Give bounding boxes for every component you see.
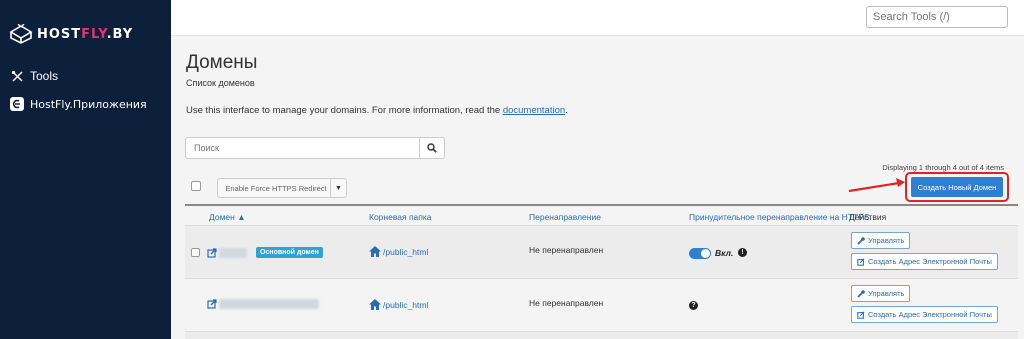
create-email-button[interactable]: Создать Адрес Электронной Почты xyxy=(851,253,998,270)
brand-logo[interactable]: HOSTFLY.BY xyxy=(9,24,133,44)
root-folder-link[interactable]: /public_html xyxy=(369,246,428,257)
main-content: Домены Список доменов Use this interface… xyxy=(171,36,1024,339)
home-icon xyxy=(369,299,381,310)
external-link-icon xyxy=(857,310,865,319)
force-https-toggle[interactable] xyxy=(689,248,711,259)
toggle-state-label: Вкл. xyxy=(715,248,734,258)
manage-button[interactable]: Управлять xyxy=(851,232,911,249)
column-domain[interactable]: Домен ▲ xyxy=(209,212,246,222)
column-redirect[interactable]: Перенаправление xyxy=(529,212,601,222)
external-link-icon[interactable] xyxy=(207,248,217,258)
table-row: Основной домен /public_html Не перенапра… xyxy=(185,226,1018,279)
app-icon xyxy=(10,97,24,111)
info-icon[interactable]: ! xyxy=(738,248,747,257)
redirect-status: Не перенаправлен xyxy=(529,245,604,255)
help-icon[interactable]: ? xyxy=(689,301,698,310)
create-email-button[interactable]: Создать Адрес Электронной Почты xyxy=(851,306,998,323)
select-all-checkbox[interactable] xyxy=(191,181,201,191)
sidebar-item-apps[interactable]: HostFly.Приложения xyxy=(10,97,147,111)
force-https-label: Enable Force HTTPS Redirect xyxy=(225,183,327,193)
primary-domain-badge: Основной домен xyxy=(256,247,323,258)
caret-down-icon[interactable]: ▼ xyxy=(330,179,346,197)
redacted-domain xyxy=(219,248,247,258)
documentation-link[interactable]: documentation xyxy=(503,105,565,116)
logo-icon xyxy=(9,24,33,44)
table-row: /public_html Не перенаправлен ? Управлят… xyxy=(185,279,1018,332)
redacted-domain xyxy=(219,299,319,309)
create-domain-button[interactable]: Создать Новый Домен xyxy=(911,177,1003,197)
column-force-https[interactable]: Принудительное перенаправление на HTTPS xyxy=(689,212,870,222)
wrench-icon xyxy=(857,289,865,298)
sidebar-item-label: HostFly.Приложения xyxy=(30,97,147,111)
info-text: Use this interface to manage your domain… xyxy=(186,105,568,116)
home-icon xyxy=(369,246,381,257)
sidebar-item-tools[interactable]: Tools xyxy=(10,69,58,83)
domain-search-input[interactable] xyxy=(185,137,420,159)
sort-up-icon: ▲ xyxy=(237,212,246,222)
tools-icon xyxy=(10,69,24,83)
search-tools-input[interactable] xyxy=(866,6,1008,28)
wrench-icon xyxy=(857,236,865,245)
logo-text: HOSTFLY.BY xyxy=(37,26,134,42)
search-button[interactable] xyxy=(419,137,445,159)
root-folder-link[interactable]: /public_html xyxy=(369,299,428,310)
external-link-icon xyxy=(857,257,865,266)
column-root[interactable]: Корневая папка xyxy=(369,212,432,222)
sidebar: HOSTFLY.BY Tools HostFly.Приложения xyxy=(0,0,171,339)
page-subtitle: Список доменов xyxy=(186,78,255,88)
items-count: Displaying 1 through 4 out of 4 items xyxy=(882,163,1004,172)
sidebar-item-label: Tools xyxy=(30,69,59,83)
red-arrow-annotation xyxy=(848,178,905,193)
manage-button[interactable]: Управлять xyxy=(851,285,911,302)
external-link-icon[interactable] xyxy=(207,299,217,309)
table-header: Домен ▲ Корневая папка Перенаправление П… xyxy=(185,204,1018,226)
row-checkbox[interactable] xyxy=(191,248,200,257)
page-title: Домены xyxy=(186,52,258,73)
search-icon xyxy=(427,143,437,153)
redirect-status: Не перенаправлен xyxy=(529,298,604,308)
table-row xyxy=(185,332,1018,339)
force-https-button[interactable]: Enable Force HTTPS Redirect ▼ xyxy=(217,178,347,198)
column-actions: Действия xyxy=(849,212,887,222)
